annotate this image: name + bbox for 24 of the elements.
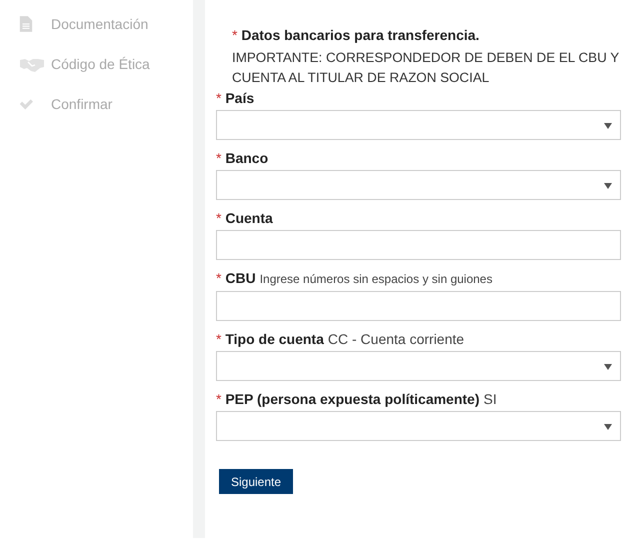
select-field[interactable] (216, 411, 621, 441)
next-button[interactable]: Siguiente (219, 469, 294, 494)
caret-icon (604, 183, 612, 189)
caret-icon (604, 123, 612, 129)
sidebar-item[interactable]: Documentación (0, 14, 193, 34)
select-field[interactable] (216, 170, 621, 200)
select-field[interactable] (216, 351, 621, 381)
input-field[interactable] (216, 230, 621, 260)
input-field[interactable] (216, 291, 621, 321)
sidebar-item[interactable]: Confirmar (0, 94, 193, 114)
section-title: * Datos bancarios para transferencia. (231, 27, 480, 43)
field-label: * Cuenta (216, 210, 274, 226)
field-label: * País (216, 90, 256, 106)
notice-text: IMPORTANTE: CORRESPONDEDOR DE DEBEN DE EL CBU Y CUENTA AL TITULAR DE RAZON SOCIAL (231, 49, 620, 87)
document-icon (19, 16, 33, 32)
field-label: * PEP (persona expuesta políticamente) SI (216, 391, 498, 407)
sidebar-item[interactable]: Código de Ética (0, 54, 193, 74)
field-label: * CBU Ingrese números sin espacios y sin guiones (216, 270, 494, 287)
handshake-icon (19, 56, 45, 72)
field-label: * Banco (216, 150, 270, 166)
caret-icon (604, 424, 612, 430)
field-label: * Tipo de cuenta CC - Cuenta corriente (216, 331, 466, 347)
caret-icon (604, 364, 612, 370)
select-field[interactable] (216, 110, 621, 140)
